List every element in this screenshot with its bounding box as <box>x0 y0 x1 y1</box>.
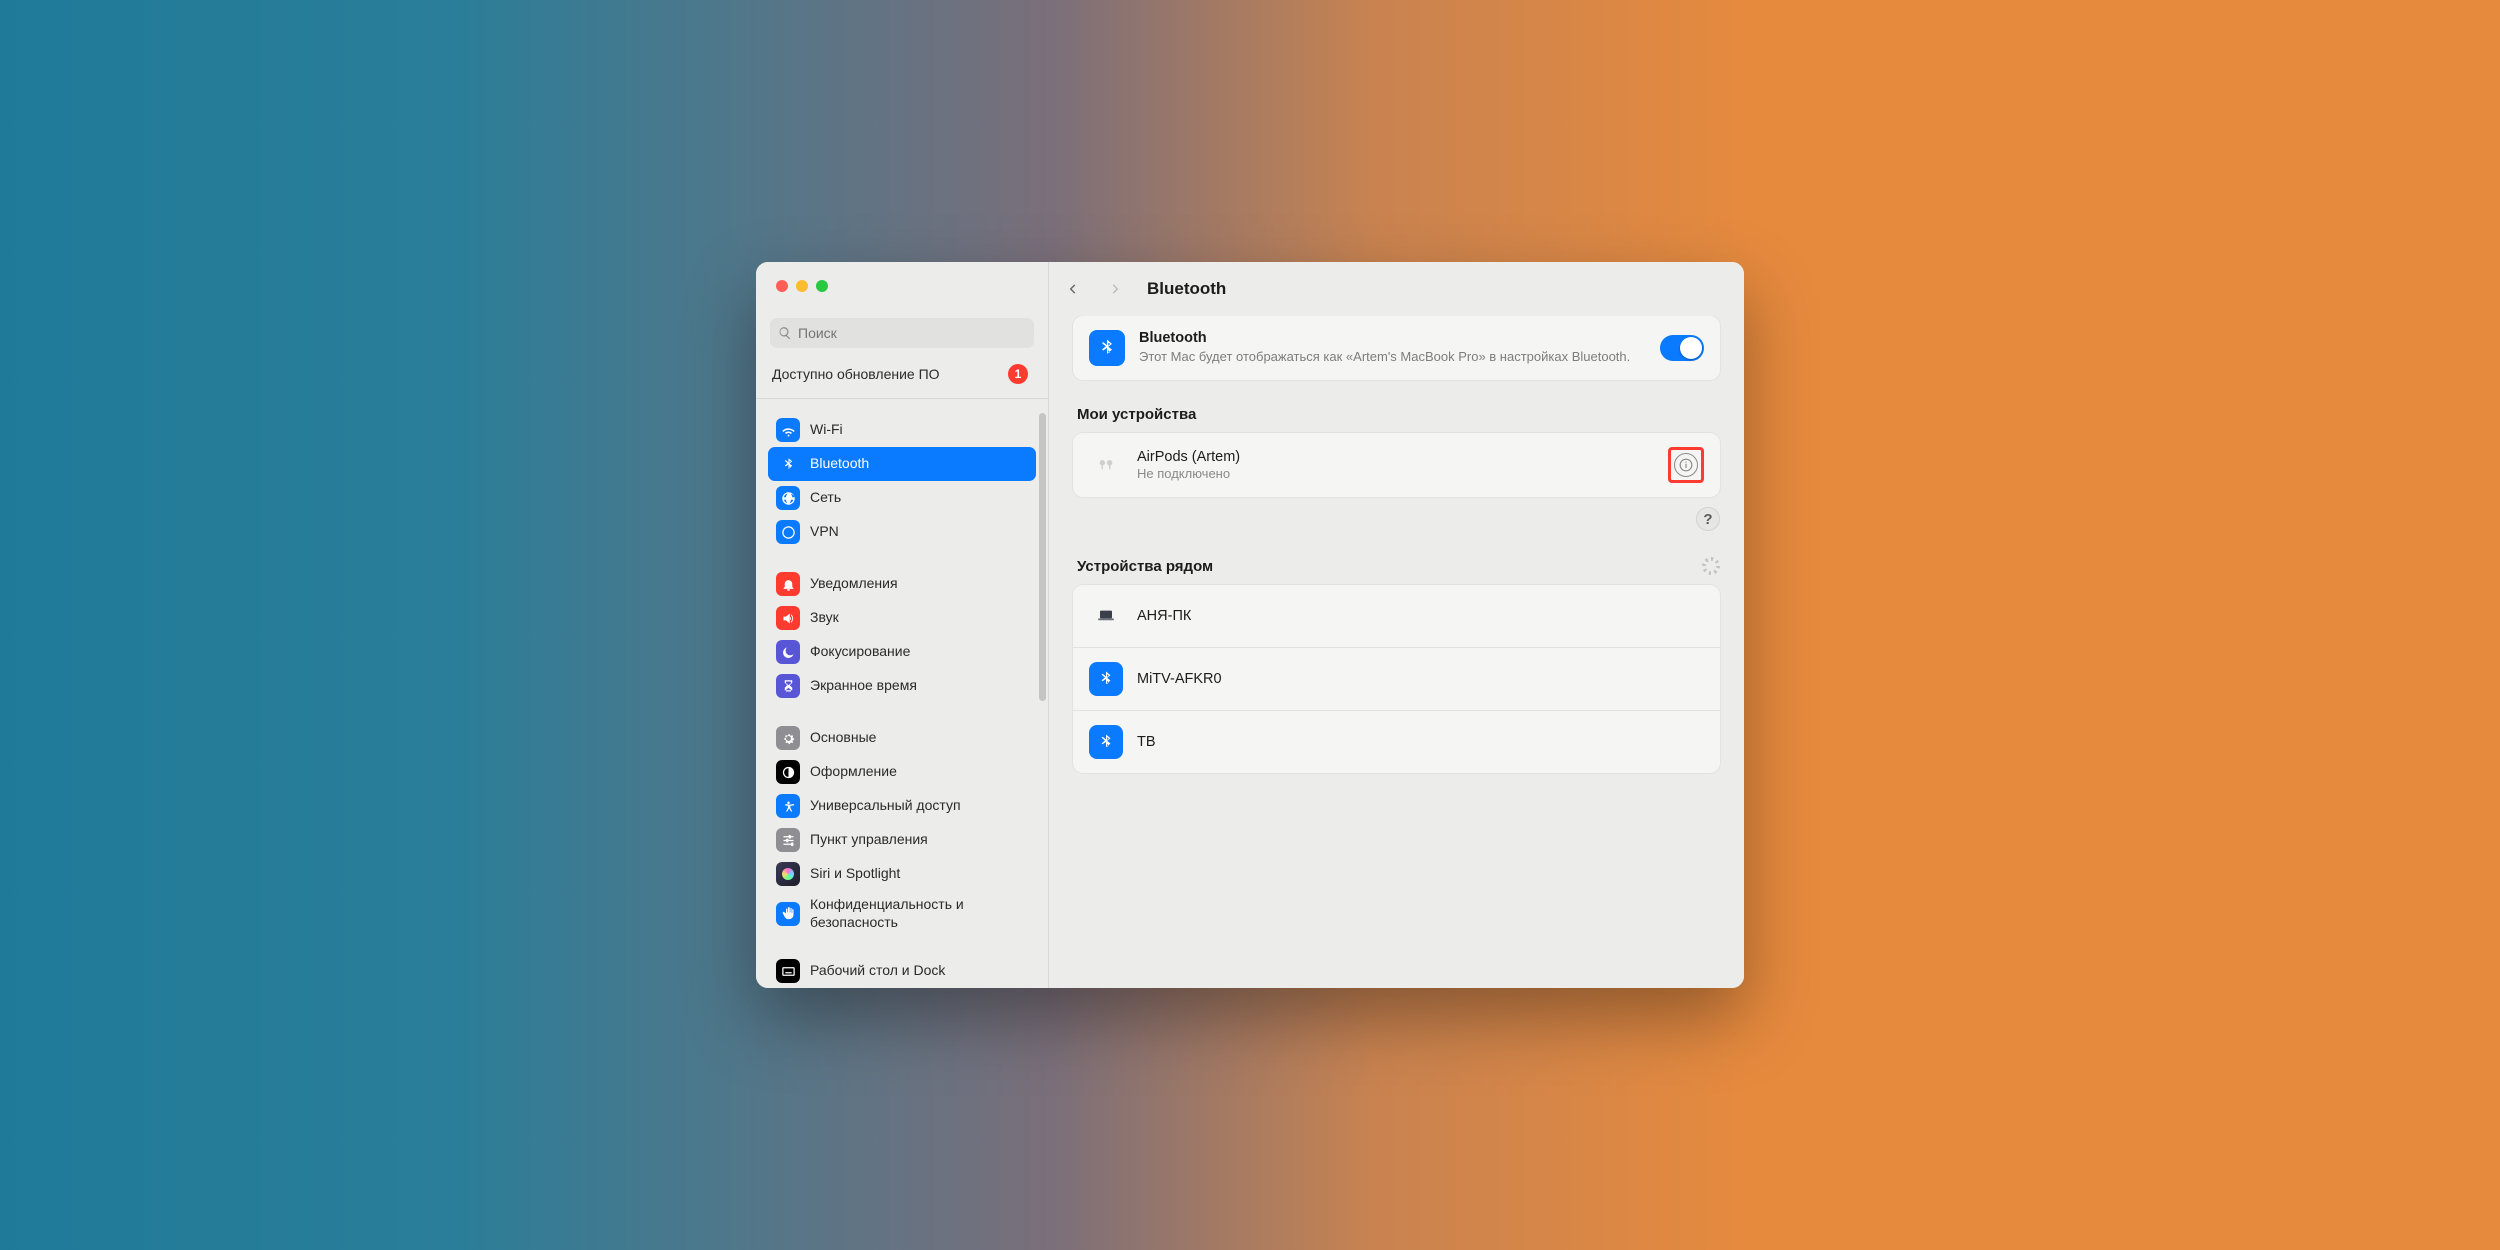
my-devices-list: AirPods (Artem) Не подключено <box>1073 433 1720 497</box>
device-row[interactable]: АНЯ-ПК <box>1073 585 1720 648</box>
sidebar-item-bluetooth[interactable]: Bluetooth <box>768 447 1036 481</box>
bluetooth-icon <box>1089 725 1123 759</box>
sidebar-item-label: Пункт управления <box>810 831 928 849</box>
zoom-window-button[interactable] <box>816 280 828 292</box>
bluetooth-icon <box>776 452 800 476</box>
sidebar-item-privacy[interactable]: Конфиденциальность и безопасность <box>768 891 1036 936</box>
bluetooth-icon <box>1089 662 1123 696</box>
device-name: MiTV-AFKR0 <box>1137 671 1704 687</box>
siri-icon <box>776 862 800 886</box>
sidebar-item-label: Bluetooth <box>810 455 869 473</box>
sliders-icon <box>776 828 800 852</box>
sidebar-item-notifications[interactable]: Уведомления <box>768 567 1036 601</box>
nearby-devices-list: АНЯ-ПК MiTV-AFKR0 ТВ <box>1073 585 1720 773</box>
device-row[interactable]: ТВ <box>1073 711 1720 773</box>
sidebar-item-appearance[interactable]: Оформление <box>768 755 1036 789</box>
settings-window: Доступно обновление ПО 1 Wi-Fi Bluetooth… <box>756 262 1744 988</box>
software-update-row[interactable]: Доступно обновление ПО 1 <box>756 358 1048 399</box>
close-window-button[interactable] <box>776 280 788 292</box>
sidebar-item-label: Звук <box>810 609 839 627</box>
device-row[interactable]: AirPods (Artem) Не подключено <box>1073 433 1720 497</box>
sidebar-item-label: VPN <box>810 523 839 541</box>
laptop-icon <box>1089 599 1123 633</box>
bell-icon <box>776 572 800 596</box>
bluetooth-card-title: Bluetooth <box>1139 330 1646 346</box>
sidebar-item-label: Фокусирование <box>810 643 910 661</box>
device-name: ТВ <box>1137 734 1704 750</box>
sidebar: Доступно обновление ПО 1 Wi-Fi Bluetooth… <box>756 262 1049 988</box>
hand-icon <box>776 902 800 926</box>
sidebar-item-focus[interactable]: Фокусирование <box>768 635 1036 669</box>
back-button[interactable] <box>1059 275 1087 303</box>
main-pane: Bluetooth Bluetooth Этот Mac будет отобр… <box>1049 262 1744 988</box>
sidebar-item-label: Siri и Spotlight <box>810 865 900 883</box>
sidebar-item-label: Экранное время <box>810 677 917 695</box>
search-input[interactable] <box>798 325 1026 341</box>
scanning-spinner-icon <box>1702 557 1720 575</box>
wifi-icon <box>776 418 800 442</box>
sidebar-item-label: Основные <box>810 729 876 747</box>
sidebar-item-control-center[interactable]: Пункт управления <box>768 823 1036 857</box>
bluetooth-card-subtitle: Этот Mac будет отображаться как «Artem's… <box>1139 348 1646 366</box>
forward-button[interactable] <box>1101 275 1129 303</box>
minimize-window-button[interactable] <box>796 280 808 292</box>
device-row[interactable]: MiTV-AFKR0 <box>1073 648 1720 711</box>
device-status: Не подключено <box>1137 466 1654 481</box>
accessibility-icon <box>776 794 800 818</box>
nearby-devices-heading: Устройства рядом <box>1077 558 1213 575</box>
sidebar-item-sound[interactable]: Звук <box>768 601 1036 635</box>
dock-icon <box>776 959 800 983</box>
sidebar-item-wifi[interactable]: Wi-Fi <box>768 413 1036 447</box>
sidebar-item-accessibility[interactable]: Универсальный доступ <box>768 789 1036 823</box>
appearance-icon <box>776 760 800 784</box>
sidebar-item-desktop-dock[interactable]: Рабочий стол и Dock <box>768 954 1036 988</box>
sidebar-item-network[interactable]: Сеть <box>768 481 1036 515</box>
globe-icon <box>776 486 800 510</box>
bluetooth-icon <box>1089 330 1125 366</box>
update-count-badge: 1 <box>1008 364 1028 384</box>
vpn-icon <box>776 520 800 544</box>
sidebar-list: Wi-Fi Bluetooth Сеть VPN <box>756 399 1048 988</box>
hourglass-icon <box>776 674 800 698</box>
sidebar-item-label: Рабочий стол и Dock <box>810 962 945 980</box>
page-title: Bluetooth <box>1147 279 1226 299</box>
sidebar-item-label: Конфиденциальность и безопасность <box>810 896 1028 931</box>
help-button[interactable]: ? <box>1696 507 1720 531</box>
device-info-button[interactable] <box>1674 453 1698 477</box>
sidebar-item-siri[interactable]: Siri и Spotlight <box>768 857 1036 891</box>
device-name: AirPods (Artem) <box>1137 449 1654 465</box>
device-name: АНЯ-ПК <box>1137 608 1704 624</box>
software-update-label: Доступно обновление ПО <box>772 366 940 382</box>
gear-icon <box>776 726 800 750</box>
search-field[interactable] <box>770 318 1034 348</box>
sidebar-scrollbar[interactable] <box>1039 413 1046 701</box>
sidebar-item-general[interactable]: Основные <box>768 721 1036 755</box>
sidebar-item-label: Wi-Fi <box>810 421 843 439</box>
sidebar-item-label: Универсальный доступ <box>810 797 961 815</box>
airpods-icon <box>1089 448 1123 482</box>
sidebar-item-screentime[interactable]: Экранное время <box>768 669 1036 703</box>
bluetooth-toggle[interactable] <box>1660 335 1704 361</box>
titlebar: Bluetooth <box>1049 262 1744 316</box>
bluetooth-status-card: Bluetooth Этот Mac будет отображаться ка… <box>1073 316 1720 380</box>
search-icon <box>778 326 792 340</box>
sidebar-item-label: Сеть <box>810 489 841 507</box>
my-devices-heading: Мои устройства <box>1077 406 1196 423</box>
sidebar-item-vpn[interactable]: VPN <box>768 515 1036 549</box>
speaker-icon <box>776 606 800 630</box>
window-controls <box>756 262 1048 306</box>
sidebar-item-label: Уведомления <box>810 575 898 593</box>
moon-icon <box>776 640 800 664</box>
info-icon <box>1679 458 1693 472</box>
info-button-highlight <box>1668 447 1704 483</box>
sidebar-item-label: Оформление <box>810 763 897 781</box>
